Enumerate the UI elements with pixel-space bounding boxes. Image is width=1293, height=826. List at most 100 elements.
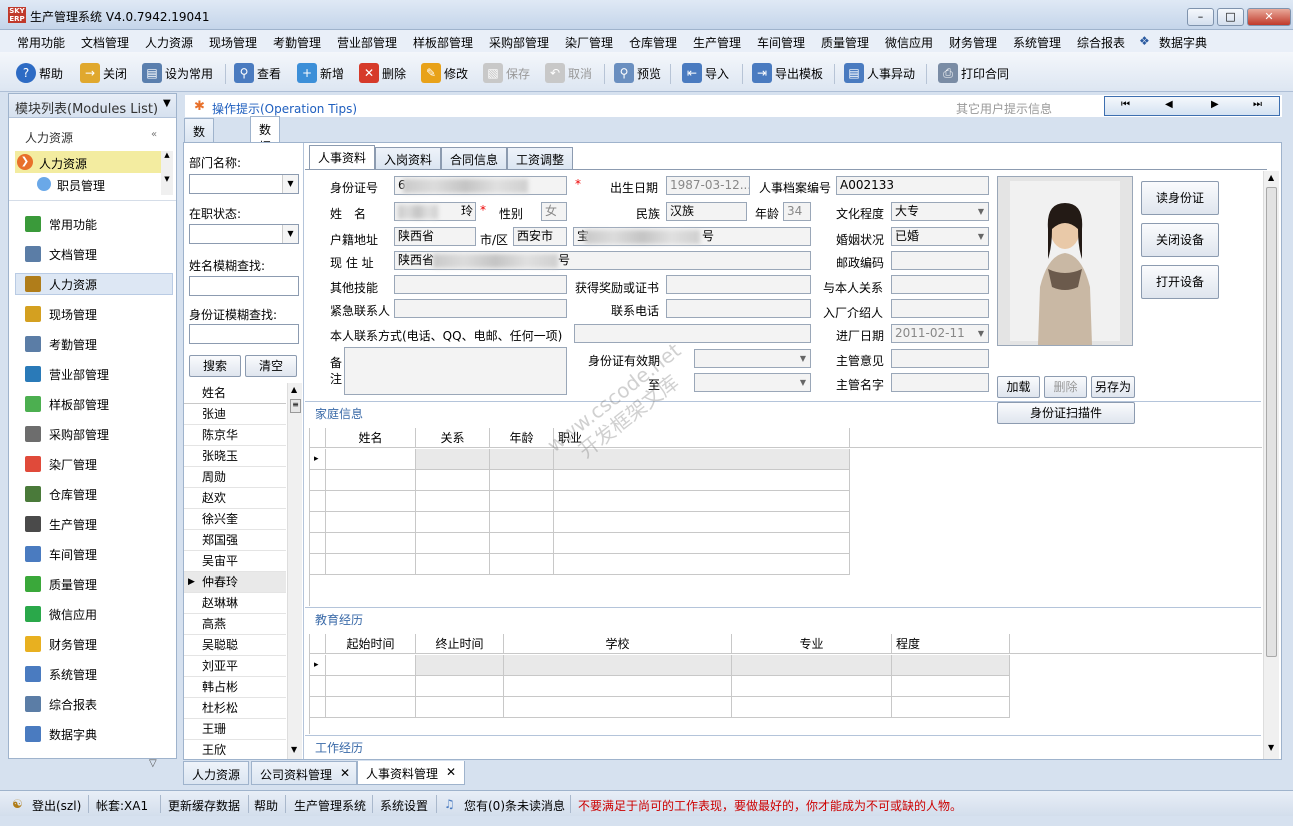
- module-item[interactable]: 财务管理: [25, 633, 97, 655]
- chevron-down-icon[interactable]: ▼: [796, 350, 810, 367]
- grid-cell[interactable]: [490, 470, 554, 491]
- name-list-item[interactable]: 郑国强: [184, 530, 286, 551]
- module-item[interactable]: 数据字典: [25, 723, 97, 745]
- menu-finance[interactable]: 财务管理: [949, 34, 997, 51]
- age-field[interactable]: 34: [783, 202, 811, 221]
- grid-cell[interactable]: [490, 554, 554, 575]
- menu-production[interactable]: 生产管理: [693, 34, 741, 51]
- grid-cell[interactable]: [326, 655, 416, 676]
- menu-docs[interactable]: 文档管理: [81, 34, 129, 51]
- help-button[interactable]: ? 帮助: [16, 62, 63, 84]
- menu-purchase[interactable]: 采购部管理: [489, 34, 549, 51]
- module-item[interactable]: 文档管理: [25, 243, 97, 265]
- grid-cell[interactable]: [416, 554, 490, 575]
- family-col-name[interactable]: 姓名: [326, 428, 416, 448]
- grid-cell[interactable]: [416, 697, 504, 718]
- module-item[interactable]: 生产管理: [25, 513, 97, 535]
- unread-messages[interactable]: 您有(0)条未读消息: [464, 797, 565, 814]
- award-field[interactable]: [666, 275, 811, 294]
- grid-cell[interactable]: [892, 676, 1010, 697]
- contact-field[interactable]: [574, 324, 811, 343]
- tab-data-query[interactable]: 数据查询: [184, 118, 215, 190]
- pin-icon[interactable]: ▼: [163, 98, 171, 109]
- chevron-down-icon[interactable]: ▼: [282, 225, 298, 243]
- family-col-relation[interactable]: 关系: [416, 428, 490, 448]
- close-window-button[interactable]: ✕: [1247, 8, 1291, 26]
- name-scrollbar[interactable]: ▲ ≡ ▼: [287, 383, 302, 759]
- tree-scrollbar[interactable]: ▲ ▼: [161, 151, 173, 195]
- grid-cell[interactable]: [554, 512, 850, 533]
- name-list-item[interactable]: 张晓玉: [184, 446, 286, 467]
- id-search-input[interactable]: [189, 324, 299, 344]
- open-device-button[interactable]: 打开设备: [1141, 265, 1219, 299]
- menu-wechat[interactable]: 微信应用: [885, 34, 933, 51]
- birth-date-field[interactable]: 1987-03-12...: [666, 176, 750, 195]
- module-item[interactable]: 染厂管理: [25, 453, 97, 475]
- name-list-item[interactable]: 陈京华: [184, 425, 286, 446]
- name-list-item[interactable]: 吴聪聪: [184, 635, 286, 656]
- phone-field[interactable]: [666, 299, 811, 318]
- grid-cell[interactable]: [416, 655, 504, 676]
- logout-link[interactable]: 登出(szl): [32, 797, 81, 814]
- doc-tab-personnel[interactable]: 人事资料管理 ✕: [357, 761, 466, 785]
- load-photo-button[interactable]: 加载: [997, 376, 1040, 398]
- module-item[interactable]: 样板部管理: [25, 393, 109, 415]
- grid-cell[interactable]: [554, 533, 850, 554]
- minimize-button[interactable]: –: [1187, 8, 1214, 26]
- menu-dictionary[interactable]: 数据字典: [1159, 34, 1207, 51]
- name-list-item[interactable]: 周勋: [184, 467, 286, 488]
- grid-cell[interactable]: [490, 449, 554, 470]
- save-button[interactable]: ▧ 保存: [483, 62, 530, 84]
- module-item[interactable]: 现场管理: [25, 303, 97, 325]
- scroll-up-icon[interactable]: ▲: [1268, 173, 1274, 182]
- module-item[interactable]: 系统管理: [25, 663, 97, 685]
- edu-col-end[interactable]: 终止时间: [416, 634, 504, 654]
- grid-cell[interactable]: [326, 676, 416, 697]
- gender-field[interactable]: 女: [541, 202, 567, 221]
- refresh-cache-link[interactable]: 更新缓存数据: [168, 797, 240, 814]
- last-record-icon[interactable]: ⏭: [1253, 99, 1262, 110]
- menu-dye[interactable]: 染厂管理: [565, 34, 613, 51]
- menu-warehouse[interactable]: 仓库管理: [629, 34, 677, 51]
- delete-button[interactable]: ✕ 删除: [359, 62, 406, 84]
- module-item[interactable]: 营业部管理: [25, 363, 109, 385]
- name-column-header[interactable]: 姓名: [184, 383, 286, 404]
- cancel-button[interactable]: ↶ 取消: [545, 62, 592, 84]
- menu-sales[interactable]: 营业部管理: [337, 34, 397, 51]
- view-button[interactable]: ⚲ 查看: [234, 62, 281, 84]
- grid-cell[interactable]: [732, 697, 892, 718]
- module-item[interactable]: 仓库管理: [25, 483, 97, 505]
- read-id-card-button[interactable]: 读身份证: [1141, 181, 1219, 215]
- relation-field[interactable]: [891, 275, 989, 294]
- scroll-thumb[interactable]: [1266, 187, 1277, 657]
- edu-col-major[interactable]: 专业: [732, 634, 892, 654]
- module-item[interactable]: 人力资源: [15, 273, 173, 295]
- postal-field[interactable]: [891, 251, 989, 270]
- grid-cell[interactable]: [326, 533, 416, 554]
- chevron-down-icon[interactable]: ▼: [974, 203, 988, 220]
- close-tab-icon[interactable]: ✕: [340, 766, 350, 780]
- manager-name-field[interactable]: [891, 373, 989, 392]
- close-tab-icon[interactable]: ✕: [446, 765, 456, 779]
- grid-cell[interactable]: [732, 676, 892, 697]
- set-common-button[interactable]: ▤ 设为常用: [142, 62, 213, 84]
- grid-cell[interactable]: [490, 533, 554, 554]
- module-item[interactable]: 质量管理: [25, 573, 97, 595]
- module-item[interactable]: 车间管理: [25, 543, 97, 565]
- edu-col-level[interactable]: 程度: [892, 634, 1010, 654]
- add-button[interactable]: + 新增: [297, 62, 344, 84]
- menu-sample[interactable]: 样板部管理: [413, 34, 473, 51]
- close-button[interactable]: → 关闭: [80, 62, 127, 84]
- close-device-button[interactable]: 关闭设备: [1141, 223, 1219, 257]
- export-template-button[interactable]: ⇥ 导出模板: [752, 62, 823, 84]
- education-select[interactable]: 大专 ▼: [891, 202, 989, 221]
- first-record-icon[interactable]: ⏮: [1121, 99, 1130, 110]
- save-photo-as-button[interactable]: 另存为: [1091, 376, 1135, 398]
- tree-item-staff[interactable]: 职员管理: [15, 173, 161, 195]
- grid-cell[interactable]: [554, 470, 850, 491]
- grid-cell[interactable]: [416, 449, 490, 470]
- scroll-up-icon[interactable]: ▲: [291, 385, 297, 394]
- grid-cell[interactable]: [416, 512, 490, 533]
- join-date-field[interactable]: 2011-02-11 ▼: [891, 324, 989, 343]
- grid-cell[interactable]: [326, 554, 416, 575]
